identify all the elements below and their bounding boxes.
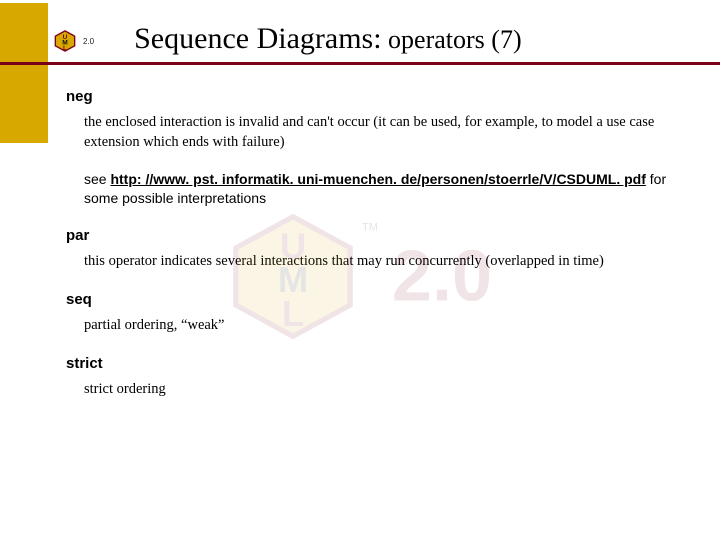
svg-text:L: L — [63, 45, 67, 52]
gold-rail — [0, 65, 48, 143]
op-seq-name: seq — [66, 290, 684, 310]
slide-content: neg the enclosed interaction is invalid … — [48, 65, 720, 418]
op-strict-desc: strict ordering — [84, 380, 684, 400]
op-neg-name: neg — [66, 87, 684, 107]
op-par-name: par — [66, 226, 684, 246]
reference-link[interactable]: http: //www. pst. informatik. uni-muench… — [110, 171, 645, 187]
header-gold-block — [0, 3, 48, 65]
see-prefix: see — [84, 171, 110, 187]
op-par-desc: this operator indicates several interact… — [84, 252, 684, 272]
title-main: Sequence Diagrams: — [134, 22, 381, 55]
op-seq-desc: partial ordering, “weak” — [84, 316, 684, 336]
slide-header: U M L 2.0 Sequence Diagrams: operators (… — [0, 0, 720, 65]
page-title: Sequence Diagrams: operators (7) — [94, 22, 720, 62]
title-tail: operators (7) — [382, 25, 522, 54]
op-strict-name: strict — [66, 354, 684, 374]
logo-version: 2.0 — [83, 37, 94, 46]
header-logo-chip: U M L 2.0 — [54, 30, 94, 52]
uml-logo-icon: U M L — [54, 30, 76, 52]
op-neg-desc: the enclosed interaction is invalid and … — [84, 113, 684, 152]
op-neg-see: see http: //www. pst. informatik. uni-mu… — [84, 170, 684, 208]
